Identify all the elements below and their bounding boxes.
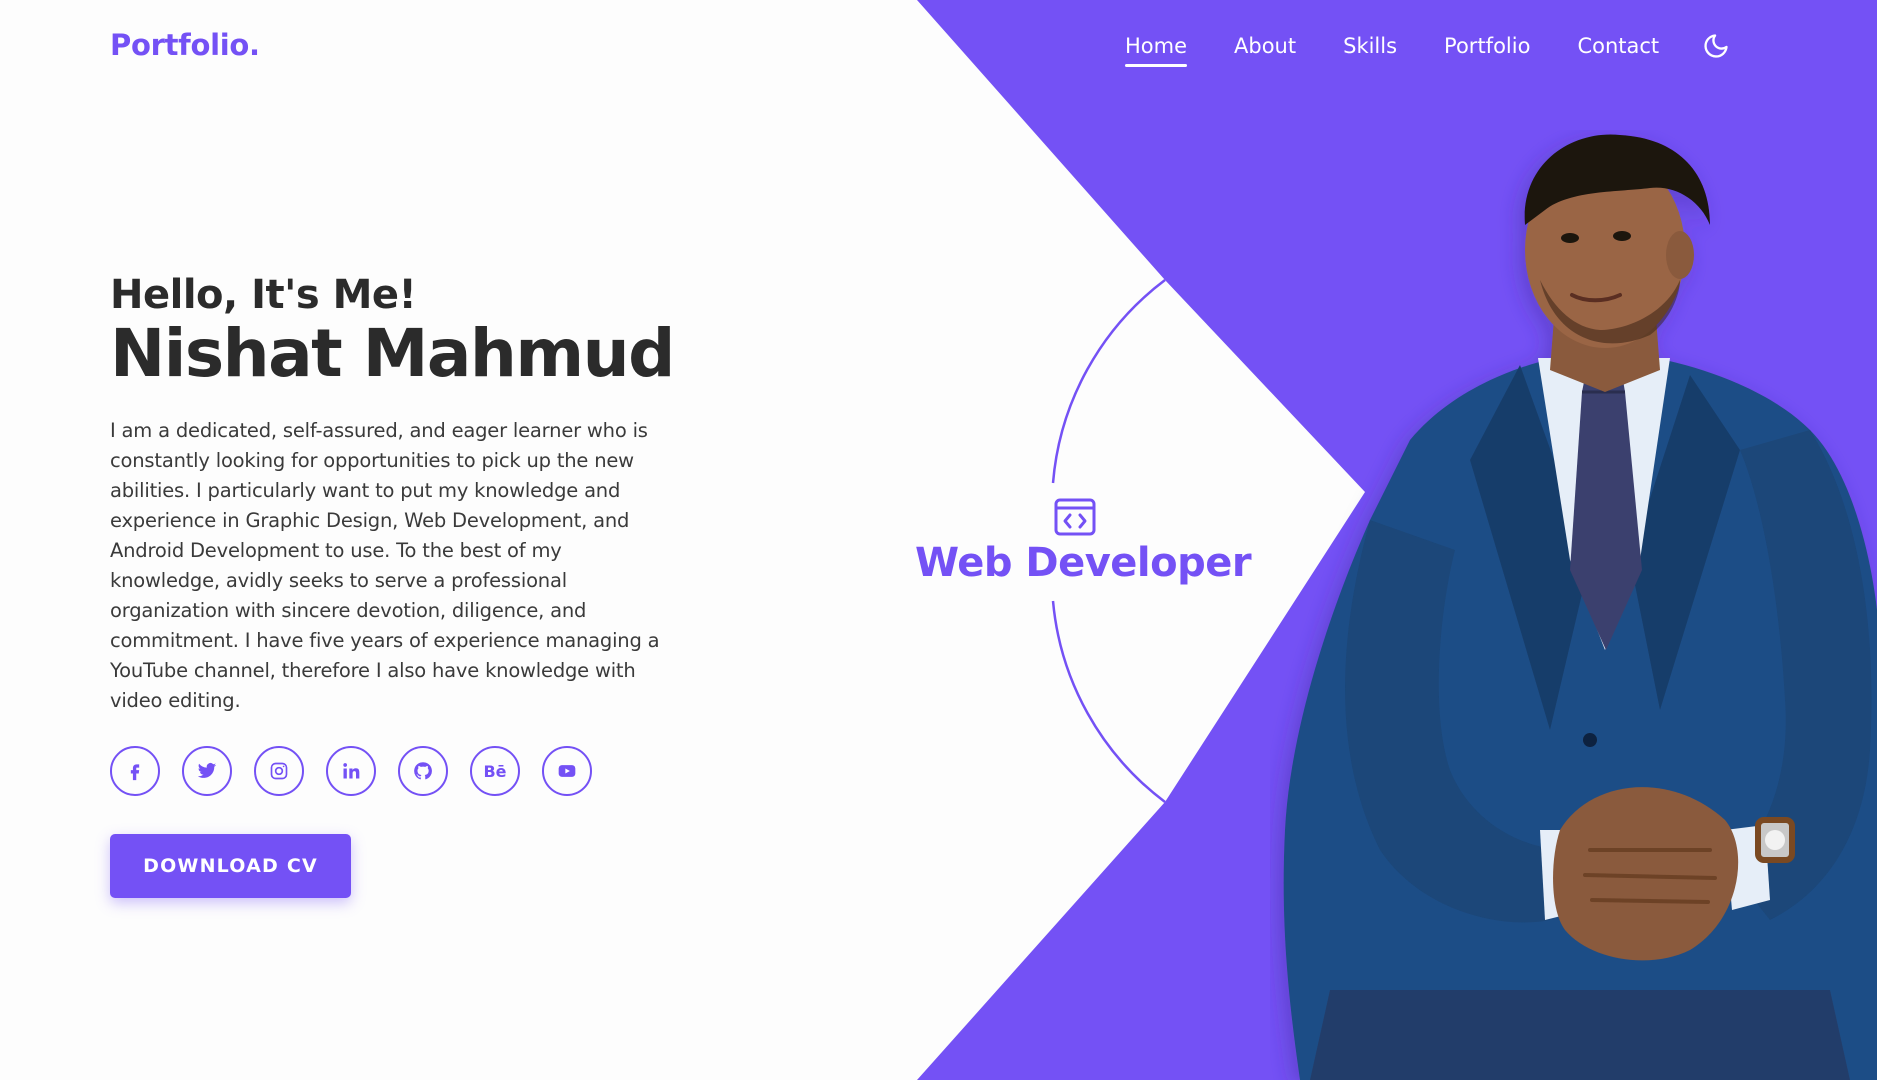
hero-greeting: Hello, It's Me! (110, 272, 417, 318)
logo[interactable]: Portfolio. (110, 28, 260, 62)
instagram-icon (270, 762, 288, 780)
linkedin-icon (343, 763, 360, 779)
twitter-link[interactable] (182, 746, 232, 796)
moon-icon[interactable] (1702, 32, 1730, 60)
role-title: Web Developer (915, 540, 1252, 586)
youtube-link[interactable] (542, 746, 592, 796)
github-icon (414, 762, 432, 780)
youtube-icon (558, 765, 576, 777)
download-cv-button[interactable]: DOWNLOAD CV (110, 834, 351, 898)
behance-link[interactable]: Bē (470, 746, 520, 796)
instagram-link[interactable] (254, 746, 304, 796)
twitter-icon (197, 763, 217, 778)
hero-name: Nishat Mahmud (110, 315, 675, 392)
nav-about[interactable]: About (1234, 34, 1296, 66)
nav-home[interactable]: Home (1125, 34, 1188, 67)
hero-section: Hello, It's Me! Nishat Mahmud I am a ded… (110, 272, 675, 898)
behance-icon: Bē (483, 761, 507, 781)
hero-bio: I am a dedicated, self-assured, and eage… (110, 419, 660, 712)
facebook-link[interactable] (110, 746, 160, 796)
profile-portrait (1283, 134, 1877, 1080)
nav-portfolio[interactable]: Portfolio (1444, 34, 1530, 66)
github-link[interactable] (398, 746, 448, 796)
social-links: Bē (110, 746, 670, 796)
facebook-icon (130, 764, 140, 781)
nav-contact[interactable]: Contact (1577, 34, 1659, 66)
nav-skills[interactable]: Skills (1343, 34, 1397, 66)
code-window-icon (1054, 498, 1096, 536)
role-badge: Web Developer (915, 498, 1252, 586)
main-nav: Home About Skills Portfolio Contact (1125, 32, 1730, 67)
linkedin-link[interactable] (326, 746, 376, 796)
